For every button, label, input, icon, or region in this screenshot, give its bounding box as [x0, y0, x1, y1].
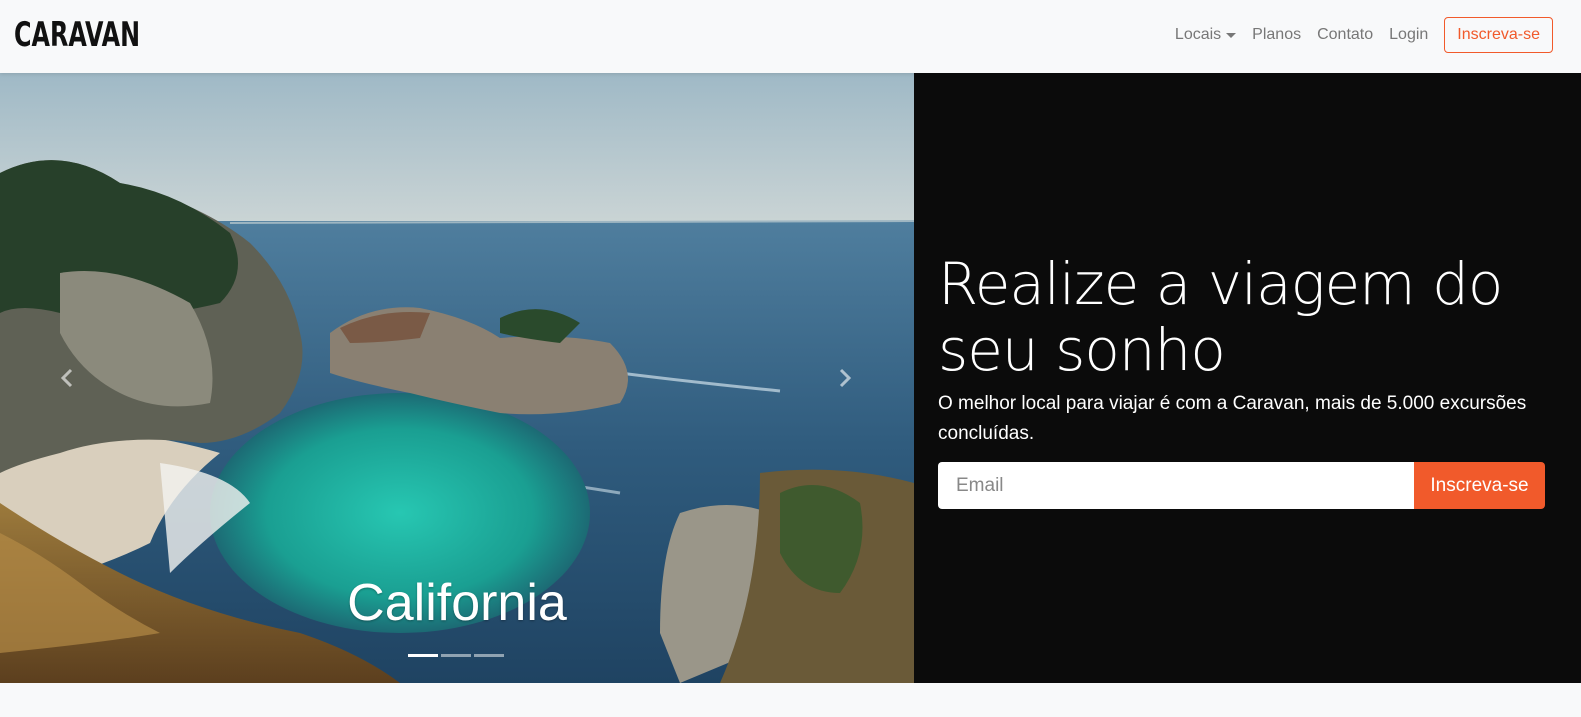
- signup-form: Inscreva-se: [938, 462, 1545, 509]
- hero-headline: Realize a viagem do seu sonho: [938, 250, 1503, 384]
- email-input[interactable]: [938, 462, 1414, 509]
- signup-submit-button[interactable]: Inscreva-se: [1414, 462, 1545, 509]
- nav-links: Locais Planos Contato Login Inscreva-se: [1159, 16, 1553, 54]
- brand-logo[interactable]: CARAVAN: [14, 15, 140, 55]
- hero-subtext: O melhor local para viajar é com a Carav…: [938, 393, 1527, 444]
- nav-item-planos[interactable]: Planos: [1252, 16, 1301, 54]
- carousel-prev-button[interactable]: [52, 363, 82, 393]
- chevron-right-icon: [839, 368, 852, 388]
- carousel-indicators: [408, 654, 507, 657]
- hero-carousel: California: [0, 73, 914, 683]
- carousel-indicator[interactable]: [408, 654, 438, 657]
- nav-item-login[interactable]: Login: [1389, 16, 1428, 54]
- nav-item-locais-label: Locais: [1174, 26, 1222, 43]
- carousel-caption: California: [347, 574, 567, 632]
- hero-promo-panel: Realize a viagem do seu sonho O melhor l…: [914, 73, 1581, 683]
- carousel-indicator[interactable]: [474, 654, 504, 657]
- carousel-indicator[interactable]: [441, 654, 471, 657]
- nav-item-contato[interactable]: Contato: [1317, 16, 1373, 54]
- carousel-next-button[interactable]: [830, 363, 860, 393]
- navbar: CARAVAN Locais Planos Contato Login Insc…: [0, 0, 1581, 73]
- nav-item-locais[interactable]: Locais: [1174, 16, 1237, 54]
- page-footer-strip: [0, 683, 1581, 717]
- chevron-left-icon: [60, 368, 73, 388]
- nav-signup-button[interactable]: Inscreva-se: [1444, 17, 1553, 53]
- caret-down-icon: [1226, 32, 1237, 38]
